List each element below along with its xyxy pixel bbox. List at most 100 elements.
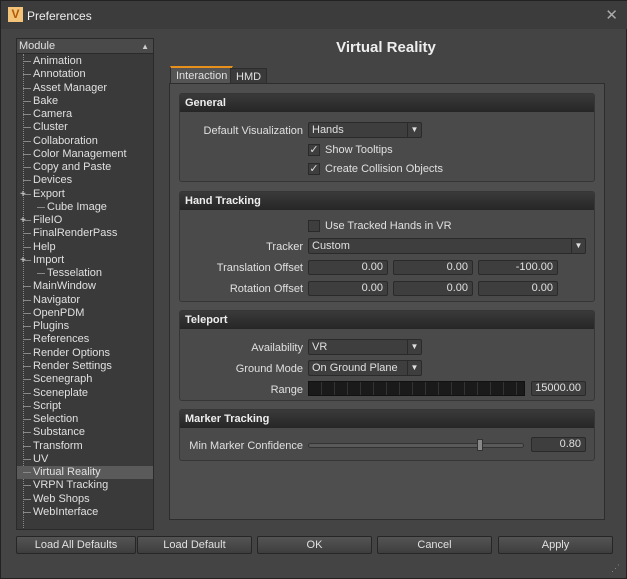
expand-icon[interactable]: +	[20, 214, 26, 227]
use-tracked-hands-checkbox[interactable]	[308, 220, 320, 232]
tree-item[interactable]: Virtual Reality	[17, 466, 153, 480]
group-title: General	[180, 94, 594, 112]
availability-label: Availability	[251, 342, 303, 354]
tree-item-label: Navigator	[33, 293, 81, 306]
show-tooltips-checkbox[interactable]: ✓	[308, 144, 320, 156]
tree-item-label: WebInterface	[33, 505, 99, 518]
rotation-z-field[interactable]: 0.00	[478, 281, 558, 296]
tree-item[interactable]: FinalRenderPass	[17, 227, 153, 240]
collision-objects-label: Create Collision Objects	[325, 163, 443, 175]
rotation-y-field[interactable]: 0.00	[393, 281, 473, 296]
tree-item-label: MainWindow	[33, 280, 96, 293]
tree-connector	[23, 419, 31, 421]
tree-item[interactable]: Web Shops	[17, 493, 153, 506]
group-title: Teleport	[180, 311, 594, 329]
tree-item-label: Transform	[33, 439, 83, 452]
tree-item[interactable]: VRPN Tracking	[17, 479, 153, 492]
tree-connector	[23, 498, 31, 500]
tree-item-label: Import	[33, 253, 65, 266]
tree-item-label: Tesselation	[47, 267, 103, 280]
tracker-select[interactable]: Custom ▼	[308, 238, 586, 254]
tree-item-label: Plugins	[33, 320, 70, 333]
availability-select[interactable]: VR ▼	[308, 339, 422, 355]
tree-connector	[23, 365, 31, 367]
expand-icon[interactable]: +	[20, 188, 26, 201]
tree-item-label: UV	[33, 452, 49, 465]
chevron-down-icon: ▼	[407, 123, 421, 137]
app-logo-icon: V	[8, 7, 23, 22]
tree-item-label: Sceneplate	[33, 386, 89, 399]
tree-item-label: Camera	[33, 108, 73, 121]
tree-item-label: References	[33, 333, 90, 346]
translation-z-field[interactable]: -100.00	[478, 260, 558, 275]
tree-item-label: Bake	[33, 94, 59, 107]
translation-x-field[interactable]: 0.00	[308, 260, 388, 275]
tree-connector	[23, 246, 31, 248]
tree-connector	[23, 153, 31, 155]
tree-item[interactable]: Selection	[17, 413, 153, 426]
tree-item[interactable]: OpenPDM	[17, 307, 153, 320]
ground-mode-select[interactable]: On Ground Plane ▼	[308, 360, 422, 376]
tree-item-label: Render Options	[33, 346, 111, 359]
tree-connector	[23, 445, 31, 447]
min-marker-confidence-label: Min Marker Confidence	[189, 440, 303, 452]
page-title: Virtual Reality	[336, 39, 436, 56]
load-all-defaults-button[interactable]: Load All Defaults	[16, 536, 136, 554]
tree-connector	[23, 180, 31, 182]
tree-item[interactable]: UV	[17, 453, 153, 466]
tree-header[interactable]: Module ▲	[17, 39, 153, 54]
tree-item-label: Script	[33, 399, 62, 412]
slider-handle[interactable]	[477, 439, 484, 451]
use-tracked-hands-label: Use Tracked Hands in VR	[325, 220, 452, 232]
confidence-field[interactable]: 0.80	[531, 437, 586, 452]
default-visualization-select[interactable]: Hands ▼	[308, 122, 422, 138]
group-marker-tracking: Marker Tracking Min Marker Confidence 0.…	[179, 409, 595, 461]
close-icon[interactable]: ✕	[605, 6, 618, 24]
select-value: Hands	[312, 124, 344, 136]
tree-header-label: Module	[19, 40, 56, 52]
tree-connector	[23, 233, 31, 235]
tree-item[interactable]: Cube Image	[17, 201, 153, 214]
tracker-label: Tracker	[266, 241, 303, 253]
tree-item[interactable]: Annotation	[17, 68, 153, 81]
tree-connector	[23, 87, 31, 89]
tree-item[interactable]: Animation	[17, 55, 153, 68]
tab-content: General Default Visualization Hands ▼ ✓ S…	[169, 83, 605, 520]
tree-item-label: Devices	[33, 174, 73, 187]
tree-item-label: Animation	[33, 55, 82, 67]
apply-button[interactable]: Apply	[498, 536, 613, 554]
expand-icon[interactable]: +	[20, 254, 26, 267]
group-teleport: Teleport Availability VR ▼ Ground Mode On…	[179, 310, 595, 401]
tree-connector	[23, 286, 31, 288]
tree-item-label: Cube Image	[47, 200, 107, 213]
tree-item[interactable]: Copy and Paste	[17, 161, 153, 174]
tree-item[interactable]: + Export	[17, 188, 153, 201]
tree-item[interactable]: Asset Manager	[17, 82, 153, 95]
tab-interaction[interactable]: Interaction	[170, 66, 234, 84]
load-default-button[interactable]: Load Default	[137, 536, 252, 554]
translation-y-field[interactable]: 0.00	[393, 260, 473, 275]
tree-connector	[23, 485, 31, 487]
tree-item[interactable]: WebInterface	[17, 506, 153, 519]
tree-item[interactable]: Script	[17, 400, 153, 413]
ok-button[interactable]: OK	[257, 536, 372, 554]
tree-item[interactable]: Color Management	[17, 148, 153, 161]
tree-item[interactable]: Plugins	[17, 320, 153, 333]
collision-objects-checkbox[interactable]: ✓	[308, 163, 320, 175]
tree-item[interactable]: Substance	[17, 426, 153, 439]
tree-item[interactable]: Bake	[17, 95, 153, 108]
tree-item-label: Render Settings	[33, 359, 112, 372]
range-slider[interactable]	[308, 381, 525, 396]
confidence-slider-track[interactable]	[308, 439, 524, 451]
tree-item[interactable]: + FileIO	[17, 214, 153, 227]
tree-item-label: Scenegraph	[33, 373, 93, 386]
tree-item[interactable]: Camera	[17, 108, 153, 121]
sort-up-icon[interactable]: ▲	[141, 39, 149, 54]
range-field[interactable]: 15000.00	[531, 381, 586, 396]
resize-grip-icon[interactable]: ⋰	[611, 563, 620, 574]
rotation-x-field[interactable]: 0.00	[308, 281, 388, 296]
tree-item[interactable]: Devices	[17, 174, 153, 187]
group-general: General Default Visualization Hands ▼ ✓ S…	[179, 93, 595, 182]
tree-item[interactable]: Navigator	[17, 294, 153, 307]
cancel-button[interactable]: Cancel	[377, 536, 492, 554]
